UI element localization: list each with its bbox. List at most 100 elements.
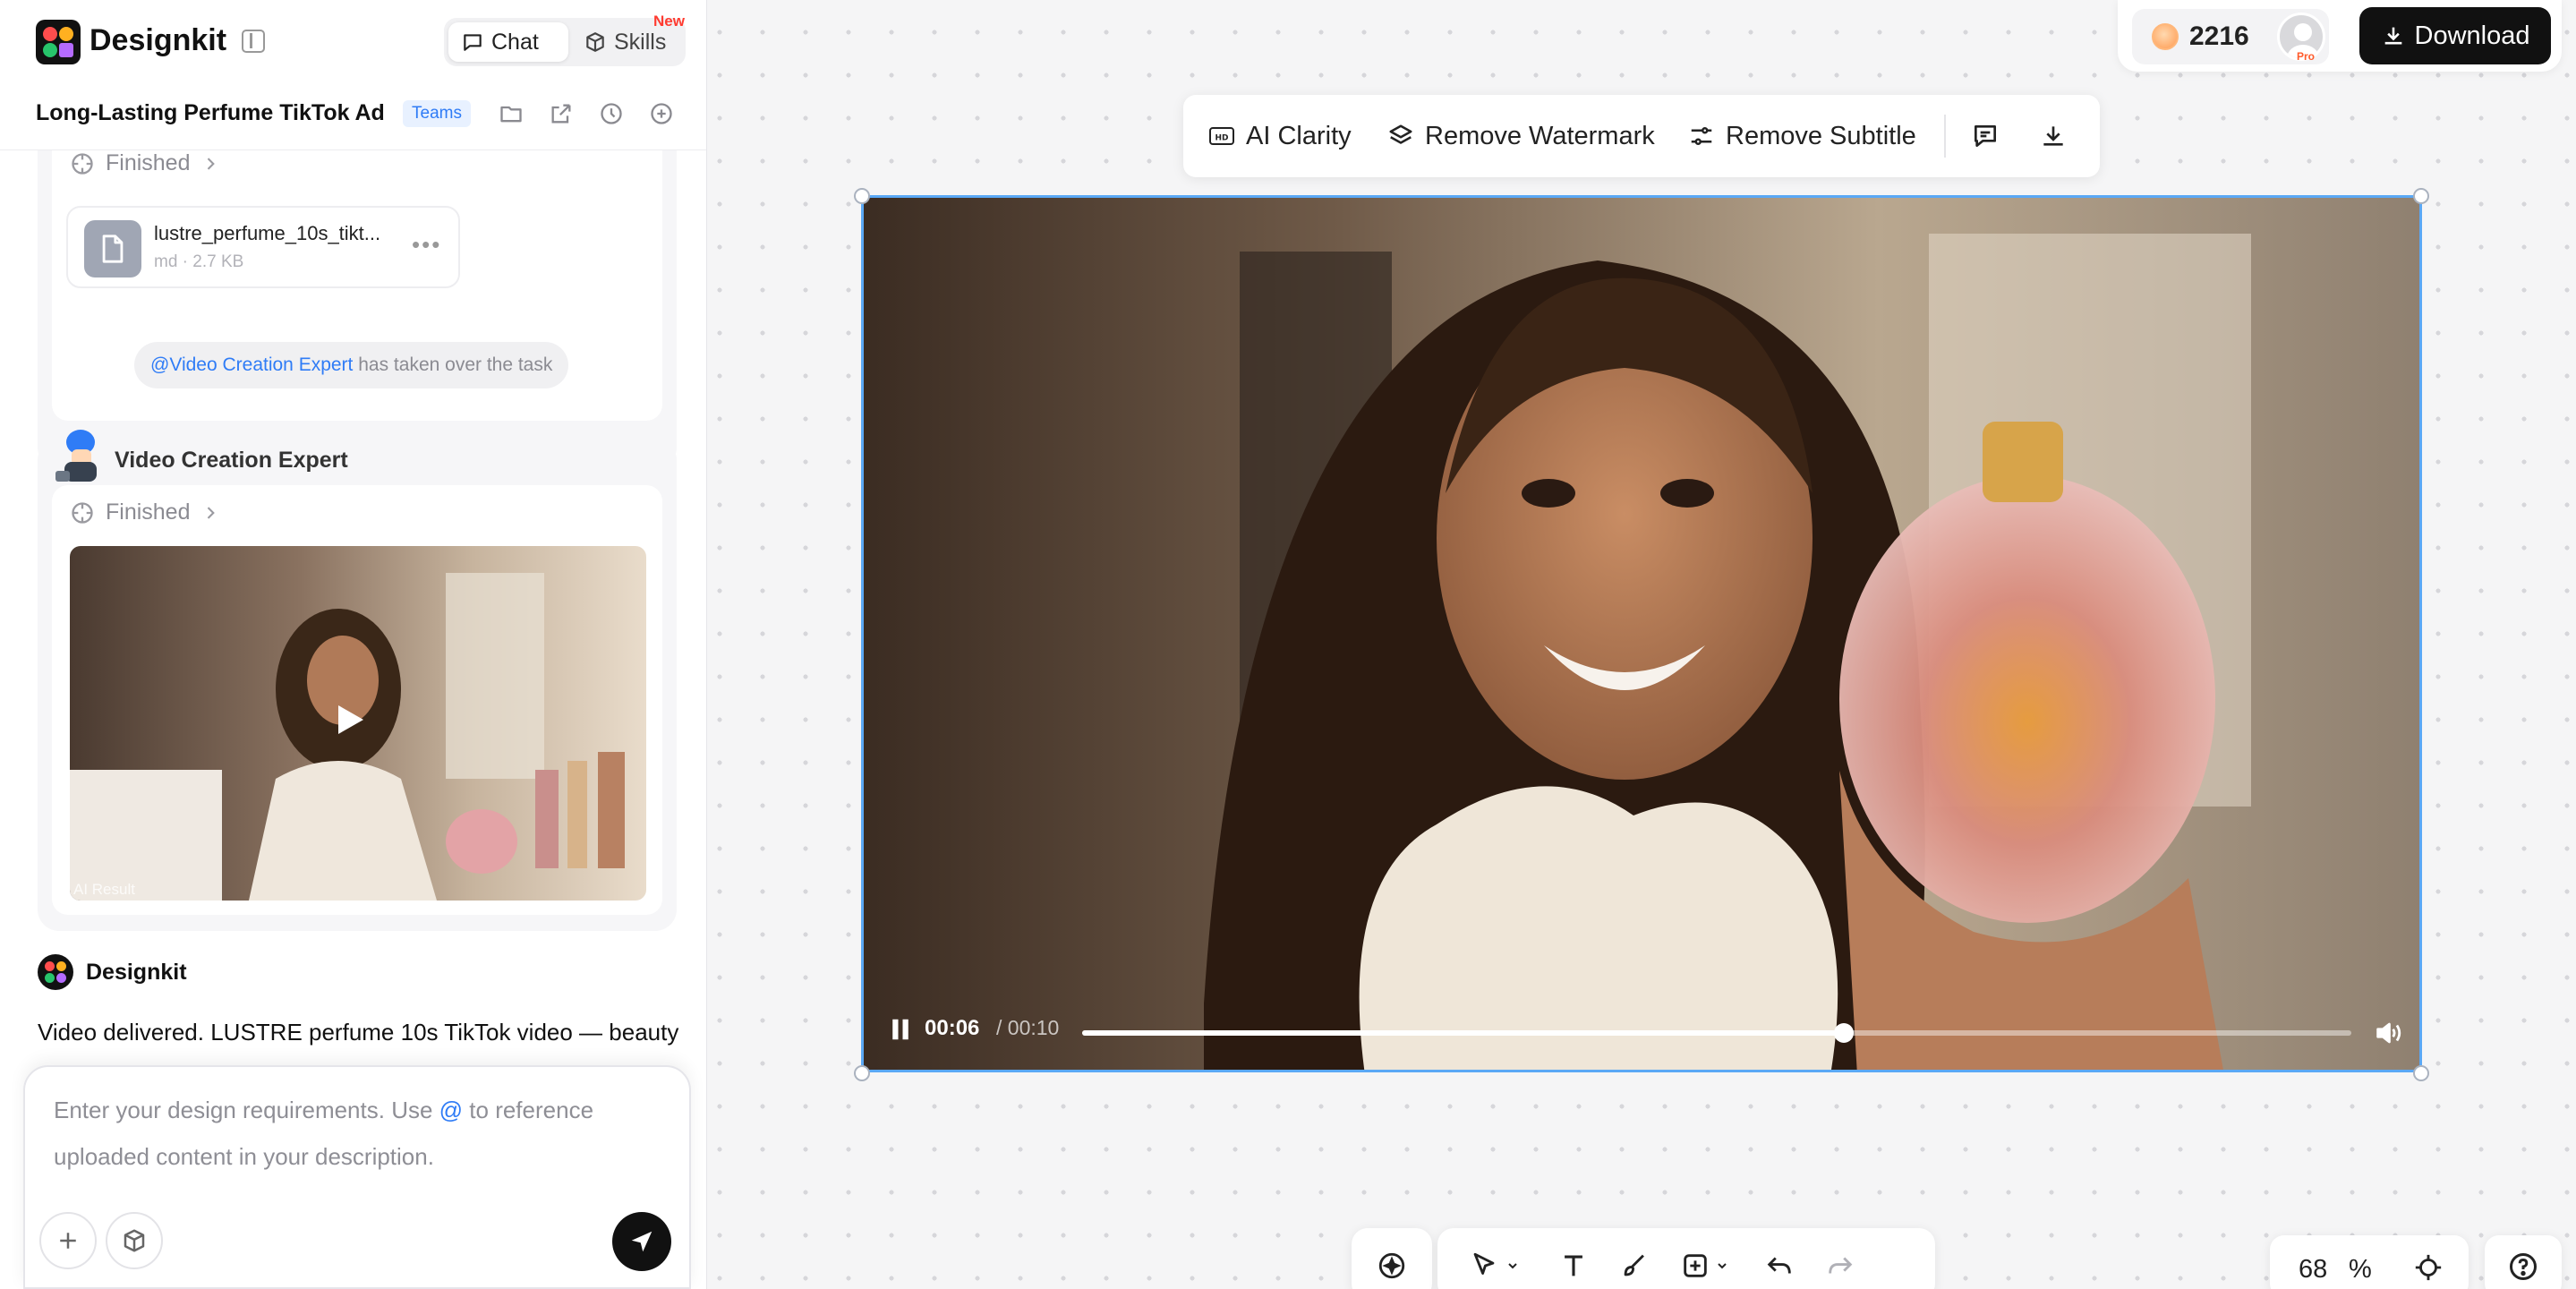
video-thumbnail[interactable]: AI Result bbox=[70, 546, 646, 901]
share-icon[interactable] bbox=[546, 98, 576, 129]
tab-skills-label: Skills bbox=[614, 29, 667, 55]
remove-subtitle-button[interactable]: Remove Subtitle bbox=[1688, 116, 1916, 156]
brand-name: Designkit bbox=[90, 23, 227, 57]
player-controls: 00:06 / 00:10 bbox=[864, 1007, 2419, 1070]
project-header: Long-Lasting Perfume TikTok Ad Teams bbox=[0, 82, 706, 150]
video-frame-image bbox=[864, 198, 2419, 1070]
brush-tool[interactable] bbox=[1615, 1246, 1654, 1285]
more-options-icon[interactable]: ••• bbox=[412, 231, 441, 259]
zoom-value[interactable]: 68 bbox=[2299, 1255, 2327, 1285]
insert-dropdown[interactable] bbox=[1711, 1246, 1733, 1285]
download-label: Download bbox=[2414, 21, 2530, 50]
task-status[interactable]: Finished bbox=[70, 150, 219, 176]
new-chat-icon[interactable] bbox=[646, 98, 677, 129]
layers-icon bbox=[1389, 124, 1412, 144]
document-icon bbox=[84, 220, 141, 277]
pause-icon[interactable] bbox=[889, 1016, 912, 1043]
plus-icon bbox=[60, 1233, 76, 1249]
mode-switch: Chat Skills bbox=[444, 18, 686, 66]
help-icon bbox=[2510, 1253, 2537, 1280]
redo-icon bbox=[1829, 1257, 1853, 1274]
redo-button[interactable] bbox=[1821, 1246, 1860, 1285]
volume-icon[interactable] bbox=[2373, 1018, 2403, 1048]
prompt-input[interactable]: Enter your design requirements. Use @ to… bbox=[54, 1087, 662, 1180]
chevron-down-icon bbox=[1718, 1263, 1727, 1269]
tab-chat-label: Chat bbox=[491, 29, 539, 55]
placeholder-part-1: Enter your design requirements. Use bbox=[54, 1097, 439, 1123]
zoom-control[interactable]: 68 % bbox=[2270, 1235, 2469, 1289]
history-icon[interactable] bbox=[596, 98, 627, 129]
text-tool[interactable] bbox=[1554, 1246, 1593, 1285]
agent-name: Video Creation Expert bbox=[115, 448, 348, 473]
select-dropdown[interactable] bbox=[1502, 1246, 1523, 1285]
designkit-logo bbox=[36, 20, 81, 64]
progress-handle[interactable] bbox=[1833, 1023, 1854, 1043]
help-button[interactable] bbox=[2485, 1235, 2562, 1289]
placeholder-at: @ bbox=[439, 1097, 464, 1123]
credits-count: 2216 bbox=[2189, 21, 2249, 51]
task-card: Finished bbox=[38, 150, 677, 469]
chevron-right-icon bbox=[207, 506, 215, 519]
status-spinner-icon bbox=[72, 501, 93, 524]
chevron-down-icon bbox=[1508, 1263, 1517, 1269]
text-icon bbox=[1565, 1255, 1582, 1276]
folder-icon[interactable] bbox=[496, 98, 526, 129]
ai-result-label: AI Result bbox=[73, 881, 135, 898]
ai-clarity-label: AI Clarity bbox=[1246, 121, 1352, 150]
chat-bubble-icon bbox=[464, 34, 482, 51]
send-button[interactable] bbox=[612, 1212, 671, 1271]
svg-text:HD: HD bbox=[1215, 134, 1228, 143]
hd-icon: HD bbox=[1209, 127, 1234, 145]
cube-icon bbox=[586, 32, 604, 52]
chat-history[interactable]: Finished lustre_perfume_10s_tikt... md ·… bbox=[0, 150, 706, 1063]
file-attachment[interactable]: lustre_perfume_10s_tikt... md · 2.7 KB •… bbox=[66, 206, 460, 288]
task-status-label: Finished bbox=[106, 150, 191, 175]
tab-chat[interactable]: Chat bbox=[448, 22, 568, 62]
project-title: Long-Lasting Perfume TikTok Ad bbox=[36, 100, 385, 125]
message-composer[interactable]: Enter your design requirements. Use @ to… bbox=[23, 1065, 691, 1289]
resize-handle-bottom-left[interactable] bbox=[854, 1065, 870, 1081]
comment-icon bbox=[1975, 125, 1996, 147]
remove-subtitle-label: Remove Subtitle bbox=[1726, 121, 1916, 150]
ai-clarity-button[interactable]: HD AI Clarity bbox=[1208, 116, 1352, 156]
remove-watermark-button[interactable]: Remove Watermark bbox=[1387, 116, 1655, 156]
resize-handle-bottom-right[interactable] bbox=[2413, 1065, 2429, 1081]
comment-button[interactable] bbox=[1971, 116, 2000, 156]
toolbar-download-button[interactable] bbox=[2039, 116, 2068, 156]
ai-sparkle-button[interactable] bbox=[1372, 1246, 1412, 1285]
add-attachment-button[interactable] bbox=[39, 1212, 97, 1269]
sender-name: Designkit bbox=[86, 959, 187, 985]
pro-badge: Pro bbox=[2297, 50, 2316, 63]
undo-button[interactable] bbox=[1760, 1246, 1799, 1285]
download-icon bbox=[2043, 126, 2063, 146]
reply-message: Video delivered. LUSTRE perfume 10s TikT… bbox=[38, 1019, 679, 1063]
agent-mention[interactable]: @Video Creation Expert bbox=[150, 354, 353, 375]
chevron-right-icon bbox=[207, 157, 215, 170]
select-tool[interactable] bbox=[1464, 1246, 1504, 1285]
takeover-notice: @Video Creation Expert has taken over th… bbox=[134, 342, 569, 388]
sidebar-toggle-icon[interactable] bbox=[242, 30, 265, 53]
download-button[interactable]: Download bbox=[2359, 7, 2551, 64]
brush-icon bbox=[1624, 1254, 1644, 1276]
cube-icon bbox=[124, 1229, 145, 1252]
sparkle-plus-icon bbox=[1378, 1252, 1405, 1279]
total-duration: / 00:10 bbox=[996, 1016, 1060, 1039]
teams-badge: Teams bbox=[403, 100, 471, 127]
insert-tool[interactable] bbox=[1676, 1246, 1715, 1285]
square-plus-icon bbox=[1684, 1254, 1707, 1277]
fit-to-screen-icon[interactable] bbox=[2413, 1252, 2444, 1283]
resize-handle-top-left[interactable] bbox=[854, 188, 870, 204]
play-icon[interactable] bbox=[338, 705, 363, 734]
skills-button[interactable] bbox=[106, 1212, 163, 1269]
zoom-unit: % bbox=[2349, 1255, 2372, 1284]
chat-panel: Designkit Chat Skills New Long-Lasting P… bbox=[0, 0, 707, 1289]
designkit-message-header: Designkit bbox=[38, 954, 187, 990]
resize-handle-top-right[interactable] bbox=[2413, 188, 2429, 204]
agent-task-status-label: Finished bbox=[106, 499, 191, 525]
video-player[interactable]: 00:06 / 00:10 bbox=[861, 195, 2422, 1072]
progress-bar[interactable] bbox=[1082, 1023, 2351, 1043]
sliders-icon bbox=[1691, 127, 1712, 145]
undo-icon bbox=[1767, 1257, 1791, 1274]
download-icon bbox=[2384, 27, 2401, 45]
agent-task-status[interactable]: Finished bbox=[70, 499, 219, 525]
